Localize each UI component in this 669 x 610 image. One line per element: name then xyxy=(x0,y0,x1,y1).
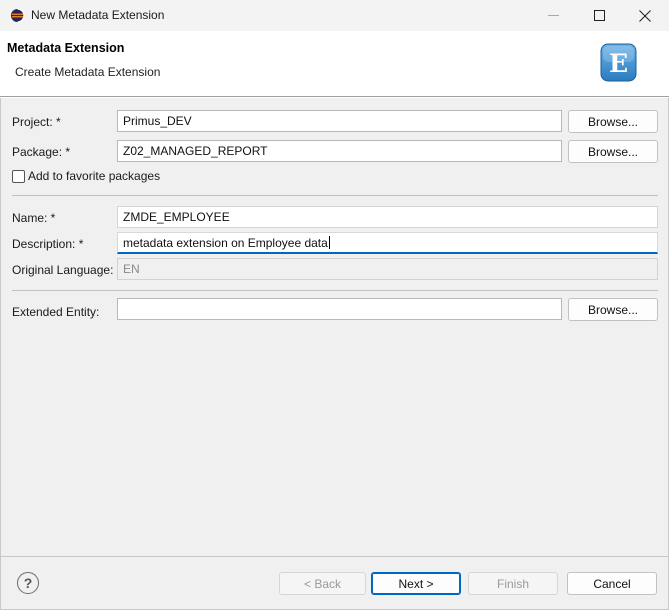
extended-entity-label: Extended Entity: xyxy=(12,305,100,319)
banner-title: Metadata Extension xyxy=(7,41,125,55)
favorite-packages-label[interactable]: Add to favorite packages xyxy=(28,169,160,183)
finish-button[interactable]: Finish xyxy=(468,572,558,595)
wizard-content: Project: * Primus_DEV Browse... Package:… xyxy=(0,98,669,556)
minimize-button[interactable] xyxy=(530,0,576,31)
eclipse-icon xyxy=(10,8,25,23)
next-button[interactable]: Next > xyxy=(371,572,461,595)
package-browse-button[interactable]: Browse... xyxy=(568,140,658,163)
separator-2 xyxy=(12,290,658,291)
close-button[interactable] xyxy=(622,0,668,31)
back-button[interactable]: < Back xyxy=(279,572,366,595)
wizard-banner: Metadata Extension Create Metadata Exten… xyxy=(0,31,669,97)
help-icon: ? xyxy=(23,575,33,591)
name-label: Name: * xyxy=(12,211,56,225)
project-browse-button[interactable]: Browse... xyxy=(568,110,658,133)
extended-entity-input[interactable] xyxy=(117,298,562,320)
metadata-extension-E-icon: E xyxy=(600,43,637,82)
description-label: Description: * xyxy=(12,237,84,251)
project-input[interactable]: Primus_DEV xyxy=(117,110,562,132)
project-label: Project: * xyxy=(12,115,61,129)
minimize-icon xyxy=(547,15,559,16)
window-title: New Metadata Extension xyxy=(31,8,165,22)
title-bar: New Metadata Extension xyxy=(0,0,669,31)
description-input[interactable]: metadata extension on Employee data xyxy=(117,232,658,254)
text-caret xyxy=(328,236,330,249)
wizard-footer: ? < Back Next > Finish Cancel xyxy=(0,556,669,610)
original-language-input: EN xyxy=(117,258,658,280)
extended-entity-browse-button[interactable]: Browse... xyxy=(568,298,658,321)
package-input[interactable]: Z02_MANAGED_REPORT xyxy=(117,140,562,162)
separator-1 xyxy=(12,195,658,196)
maximize-button[interactable] xyxy=(576,0,622,31)
maximize-icon xyxy=(593,10,605,21)
original-language-label: Original Language: xyxy=(12,263,114,277)
help-button[interactable]: ? xyxy=(17,572,39,594)
name-input[interactable]: ZMDE_EMPLOYEE xyxy=(117,206,658,228)
banner-icon-letter: E xyxy=(609,49,628,78)
banner-subtitle: Create Metadata Extension xyxy=(15,65,161,79)
favorite-packages-checkbox[interactable] xyxy=(12,170,25,183)
cancel-button[interactable]: Cancel xyxy=(567,572,657,595)
package-label: Package: * xyxy=(12,145,71,159)
close-icon xyxy=(639,9,651,22)
description-text: metadata extension on Employee data xyxy=(123,236,328,250)
